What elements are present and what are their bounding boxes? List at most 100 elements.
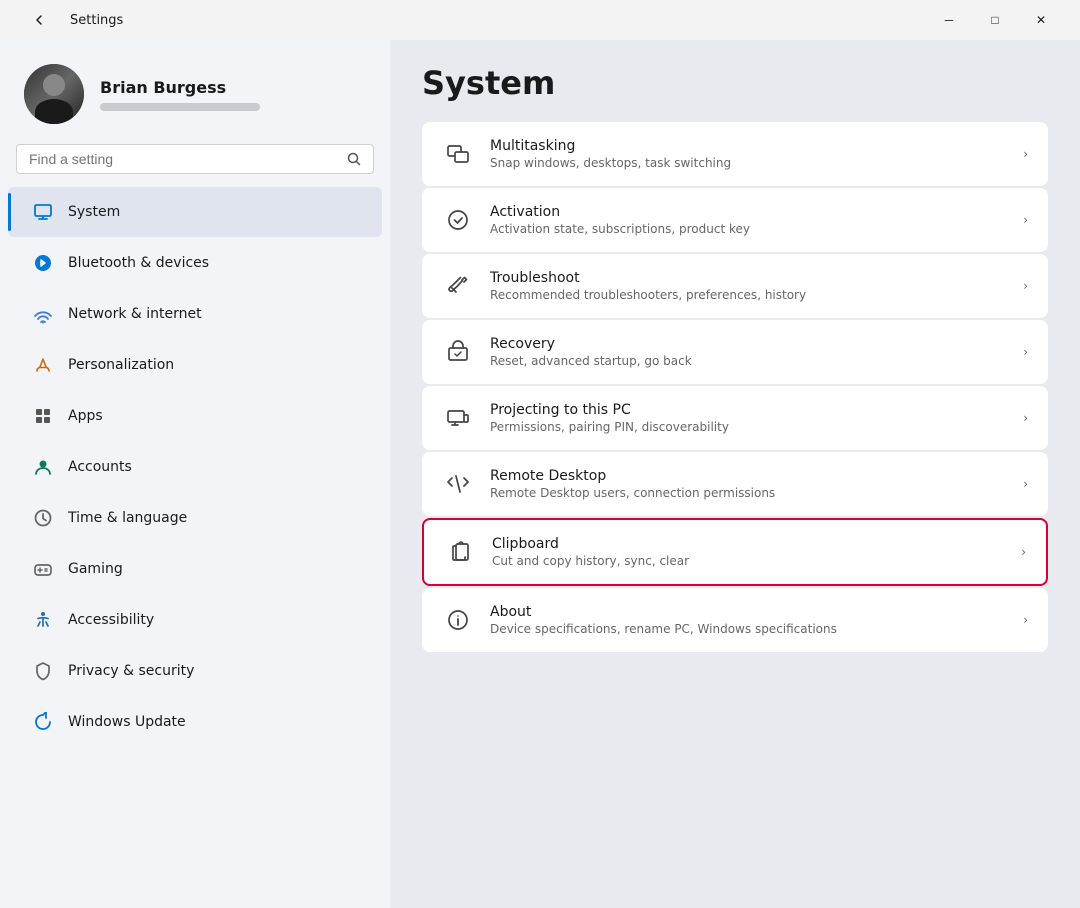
about-subtitle: Device specifications, rename PC, Window… xyxy=(490,622,1007,636)
sidebar: Brian Burgess xyxy=(0,40,390,908)
multitasking-chevron: › xyxy=(1023,147,1028,161)
projecting-text: Projecting to this PC Permissions, pairi… xyxy=(490,402,1007,434)
multitasking-text: Multitasking Snap windows, desktops, tas… xyxy=(490,138,1007,170)
clipboard-title: Clipboard xyxy=(492,536,1005,552)
sidebar-item-apps[interactable]: Apps xyxy=(8,391,382,441)
recovery-title: Recovery xyxy=(490,336,1007,352)
sidebar-label-personalization: Personalization xyxy=(68,357,174,373)
remote-desktop-title: Remote Desktop xyxy=(490,468,1007,484)
sidebar-item-time[interactable]: Time & language xyxy=(8,493,382,543)
settings-item-multitasking[interactable]: Multitasking Snap windows, desktops, tas… xyxy=(422,122,1048,186)
multitasking-subtitle: Snap windows, desktops, task switching xyxy=(490,156,1007,170)
recovery-icon xyxy=(442,336,474,368)
clipboard-text: Clipboard Cut and copy history, sync, cl… xyxy=(492,536,1005,568)
settings-item-remote-desktop[interactable]: Remote Desktop Remote Desktop users, con… xyxy=(422,452,1048,516)
sidebar-item-network[interactable]: Network & internet xyxy=(8,289,382,339)
privacy-icon xyxy=(32,660,54,682)
sidebar-item-system[interactable]: System xyxy=(8,187,382,237)
gaming-icon xyxy=(32,558,54,580)
clipboard-icon xyxy=(444,536,476,568)
sidebar-label-gaming: Gaming xyxy=(68,561,123,577)
sidebar-label-update: Windows Update xyxy=(68,714,186,730)
remote-desktop-icon xyxy=(442,468,474,500)
clipboard-chevron: › xyxy=(1021,545,1026,559)
search-input[interactable] xyxy=(29,151,339,167)
sidebar-label-accessibility: Accessibility xyxy=(68,612,154,628)
user-info: Brian Burgess xyxy=(100,78,260,111)
settings-item-clipboard[interactable]: Clipboard Cut and copy history, sync, cl… xyxy=(422,518,1048,586)
apps-icon xyxy=(32,405,54,427)
titlebar-left: Settings xyxy=(16,4,123,36)
recovery-subtitle: Reset, advanced startup, go back xyxy=(490,354,1007,368)
remote-desktop-text: Remote Desktop Remote Desktop users, con… xyxy=(490,468,1007,500)
projecting-subtitle: Permissions, pairing PIN, discoverabilit… xyxy=(490,420,1007,434)
recovery-text: Recovery Reset, advanced startup, go bac… xyxy=(490,336,1007,368)
maximize-button[interactable]: □ xyxy=(972,4,1018,36)
activation-title: Activation xyxy=(490,204,1007,220)
settings-item-projecting[interactable]: Projecting to this PC Permissions, pairi… xyxy=(422,386,1048,450)
page-title: System xyxy=(422,64,1048,102)
settings-item-about[interactable]: About Device specifications, rename PC, … xyxy=(422,588,1048,652)
settings-item-recovery[interactable]: Recovery Reset, advanced startup, go bac… xyxy=(422,320,1048,384)
activation-chevron: › xyxy=(1023,213,1028,227)
projecting-icon xyxy=(442,402,474,434)
settings-list: Multitasking Snap windows, desktops, tas… xyxy=(422,122,1048,652)
personalization-icon xyxy=(32,354,54,376)
minimize-button[interactable]: ─ xyxy=(926,4,972,36)
clipboard-subtitle: Cut and copy history, sync, clear xyxy=(492,554,1005,568)
user-account-bar xyxy=(100,103,260,111)
search-box xyxy=(16,144,374,174)
activation-text: Activation Activation state, subscriptio… xyxy=(490,204,1007,236)
sidebar-label-network: Network & internet xyxy=(68,306,202,322)
sidebar-item-accessibility[interactable]: Accessibility xyxy=(8,595,382,645)
sidebar-label-accounts: Accounts xyxy=(68,459,132,475)
sidebar-label-apps: Apps xyxy=(68,408,103,424)
user-section: Brian Burgess xyxy=(0,40,390,144)
titlebar-controls: ─ □ ✕ xyxy=(926,4,1064,36)
titlebar: Settings ─ □ ✕ xyxy=(0,0,1080,40)
troubleshoot-subtitle: Recommended troubleshooters, preferences… xyxy=(490,288,1007,302)
settings-item-activation[interactable]: Activation Activation state, subscriptio… xyxy=(422,188,1048,252)
main-content: System Multitasking Snap windows, deskto… xyxy=(390,40,1080,908)
settings-item-troubleshoot[interactable]: Troubleshoot Recommended troubleshooters… xyxy=(422,254,1048,318)
troubleshoot-icon xyxy=(442,270,474,302)
multitasking-icon xyxy=(442,138,474,170)
sidebar-label-privacy: Privacy & security xyxy=(68,663,194,679)
troubleshoot-title: Troubleshoot xyxy=(490,270,1007,286)
titlebar-title: Settings xyxy=(70,13,123,28)
accounts-icon xyxy=(32,456,54,478)
sidebar-item-update[interactable]: Windows Update xyxy=(8,697,382,747)
sidebar-label-time: Time & language xyxy=(68,510,187,526)
remote-desktop-subtitle: Remote Desktop users, connection permiss… xyxy=(490,486,1007,500)
projecting-chevron: › xyxy=(1023,411,1028,425)
accessibility-icon xyxy=(32,609,54,631)
sidebar-item-personalization[interactable]: Personalization xyxy=(8,340,382,390)
remote-desktop-chevron: › xyxy=(1023,477,1028,491)
user-name: Brian Burgess xyxy=(100,78,260,97)
system-icon xyxy=(32,201,54,223)
recovery-chevron: › xyxy=(1023,345,1028,359)
sidebar-label-system: System xyxy=(68,204,120,220)
sidebar-item-accounts[interactable]: Accounts xyxy=(8,442,382,492)
about-text: About Device specifications, rename PC, … xyxy=(490,604,1007,636)
sidebar-item-privacy[interactable]: Privacy & security xyxy=(8,646,382,696)
sidebar-label-bluetooth: Bluetooth & devices xyxy=(68,255,209,271)
close-button[interactable]: ✕ xyxy=(1018,4,1064,36)
projecting-title: Projecting to this PC xyxy=(490,402,1007,418)
about-icon xyxy=(442,604,474,636)
about-title: About xyxy=(490,604,1007,620)
activation-subtitle: Activation state, subscriptions, product… xyxy=(490,222,1007,236)
nav: System Bluetooth & devices xyxy=(0,186,390,748)
sidebar-item-bluetooth[interactable]: Bluetooth & devices xyxy=(8,238,382,288)
search-icon xyxy=(347,152,361,166)
app-container: Brian Burgess xyxy=(0,40,1080,908)
sidebar-item-gaming[interactable]: Gaming xyxy=(8,544,382,594)
back-button[interactable] xyxy=(16,4,62,36)
troubleshoot-text: Troubleshoot Recommended troubleshooters… xyxy=(490,270,1007,302)
avatar-image xyxy=(24,64,84,124)
about-chevron: › xyxy=(1023,613,1028,627)
avatar xyxy=(24,64,84,124)
update-icon xyxy=(32,711,54,733)
time-icon xyxy=(32,507,54,529)
network-icon xyxy=(32,303,54,325)
